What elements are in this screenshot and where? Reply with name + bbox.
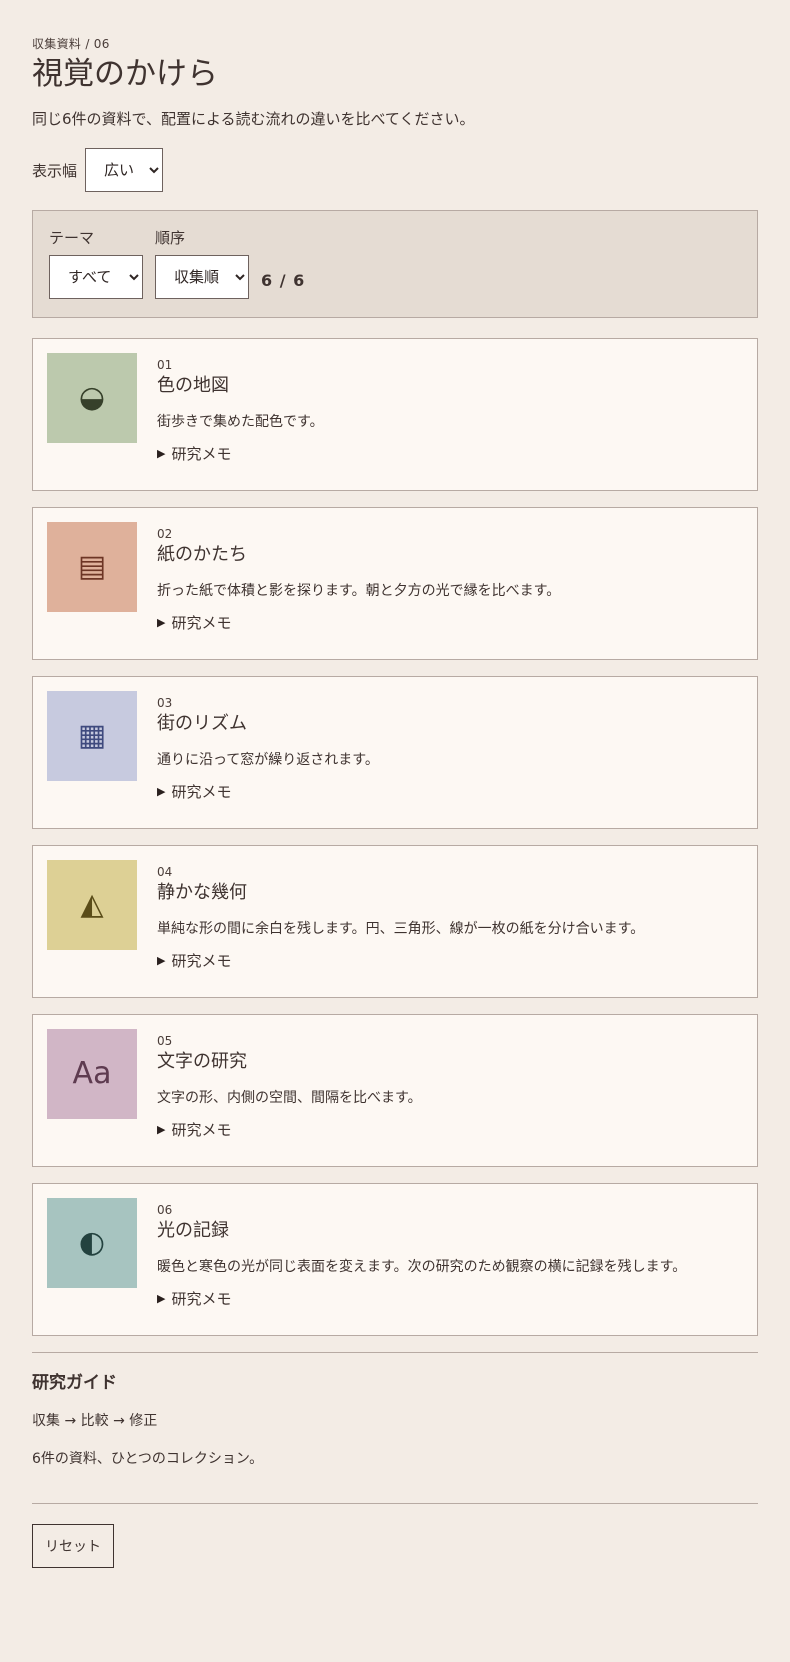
half-circle-icon: ◒ [78,380,106,415]
page: 収集資料 / 06 視覚のかけら 同じ6件の資料で、配置による読む流れの違いを比… [0,0,790,1662]
research-memo-toggle[interactable]: ▶ 研究メモ [157,444,324,464]
card-title: 文字の研究 [157,1051,247,1072]
theme-filter-label: テーマ [49,229,95,247]
guide-summary: 6件の資料、ひとつのコレクション。 [32,1451,264,1467]
card-number: 04 [157,865,173,879]
card-number: 02 [157,527,173,541]
reset-area: リセット [32,1504,758,1568]
card-body: 03 街のリズム通りに沿って窓が繰り返されます。 ▶ 研究メモ [157,691,379,828]
display-width-label: 表示幅 [32,161,78,180]
card-body: 02 紙のかたち折った紙で体積と影を探ります。朝と夕方の光で縁を比べます。 ▶ 研究メ… [157,522,560,659]
card-number: 03 [157,696,173,710]
research-memo-label: 研究メモ [171,783,232,801]
collection-card: ◭ 04 静かな幾何単純な形の間に余白を残します。円、三角形、線が一枚の紙を分け合い… [32,845,758,998]
page-title: 視覚のかけら [32,56,218,92]
research-guide: 研究ガイド 収集 → 比較 → 修正 6件の資料、ひとつのコレクション。 [32,1353,758,1503]
order-filter-label: 順序 [155,229,186,247]
card-thumbnail: ◒ [47,353,137,443]
card-title: 静かな幾何 [157,882,247,903]
theme-select[interactable]: すべて [49,255,143,299]
card-description: 暖色と寒色の光が同じ表面を変えます。次の研究のため観察の横に記録を残します。 [157,1259,687,1275]
order-select[interactable]: 収集順 [155,255,249,299]
stacked-lines-icon: ▤ [77,549,107,584]
card-body: 05 文字の研究文字の形、内側の空間、間隔を比べます。 ▶ 研究メモ [157,1029,422,1166]
card-body: 01 色の地図街歩きで集めた配色です。 ▶ 研究メモ [157,353,324,490]
disclosure-triangle-icon: ▶ [157,1123,166,1136]
research-memo-label: 研究メモ [171,1290,232,1308]
research-memo-toggle[interactable]: ▶ 研究メモ [157,1120,422,1140]
card-number: 01 [157,358,173,372]
research-memo-toggle[interactable]: ▶ 研究メモ [157,951,644,971]
collection-card: ◐ 06 光の記録暖色と寒色の光が同じ表面を変えます。次の研究のため観察の横に記録を… [32,1183,758,1336]
research-memo-toggle[interactable]: ▶ 研究メモ [157,1289,686,1309]
research-memo-label: 研究メモ [171,952,232,970]
card-title: 紙のかたち [157,544,247,565]
card-body: 04 静かな幾何単純な形の間に余白を残します。円、三角形、線が一枚の紙を分け合いま… [157,860,644,997]
order-filter: 順序 収集順 [155,229,249,299]
card-description: 通りに沿って窓が繰り返されます。 [157,752,379,768]
card-body: 06 光の記録暖色と寒色の光が同じ表面を変えます。次の研究のため観察の横に記録を残… [157,1198,686,1335]
research-memo-label: 研究メモ [171,614,232,632]
collection-card: ▦ 03 街のリズム通りに沿って窓が繰り返されます。 ▶ 研究メモ [32,676,758,829]
half-moon-icon: ◐ [78,1225,106,1260]
card-number: 05 [157,1034,173,1048]
disclosure-triangle-icon: ▶ [157,447,166,460]
theme-filter: テーマ すべて [49,229,143,299]
page-intro: 同じ6件の資料で、配置による読む流れの違いを比べてください。 [32,110,475,128]
reset-button[interactable]: リセット [32,1524,114,1568]
card-number: 06 [157,1203,173,1217]
disclosure-triangle-icon: ▶ [157,616,166,629]
research-memo-toggle[interactable]: ▶ 研究メモ [157,782,379,802]
disclosure-triangle-icon: ▶ [157,785,166,798]
research-memo-label: 研究メモ [171,1121,232,1139]
collection-eyebrow: 収集資料 / 06 [32,37,110,51]
card-list: ◒ 01 色の地図街歩きで集めた配色です。 ▶ 研究メモ ▤ 02 紙のかたち折った紙で体積と… [32,338,758,1336]
collection-card: ▤ 02 紙のかたち折った紙で体積と影を探ります。朝と夕方の光で縁を比べます。 ▶ 研究… [32,507,758,660]
research-memo-toggle[interactable]: ▶ 研究メモ [157,613,560,633]
card-title: 色の地図 [157,375,229,396]
display-width-select[interactable]: 広い [85,148,164,192]
guide-steps: 収集 → 比較 → 修正 [32,1413,158,1429]
collection-card: Aa 05 文字の研究文字の形、内側の空間、間隔を比べます。 ▶ 研究メモ [32,1014,758,1167]
filter-panel: テーマ すべて 順序 収集順 6 / 6 [32,210,758,318]
guide-title: 研究ガイド [32,1373,117,1393]
card-description: 文字の形、内側の空間、間隔を比べます。 [157,1090,422,1106]
research-memo-label: 研究メモ [171,445,232,463]
card-description: 街歩きで集めた配色です。 [157,414,324,430]
card-description: 折った紙で体積と影を探ります。朝と夕方の光で縁を比べます。 [157,583,561,599]
card-thumbnail: ▤ [47,522,137,612]
disclosure-triangle-icon: ▶ [157,954,166,967]
typography-icon: Aa [72,1056,112,1091]
card-title: 街のリズム [157,713,247,734]
disclosure-triangle-icon: ▶ [157,1292,166,1305]
collection-card: ◒ 01 色の地図街歩きで集めた配色です。 ▶ 研究メモ [32,338,758,491]
card-title: 光の記録 [157,1220,229,1241]
card-description: 単純な形の間に余白を残します。円、三角形、線が一枚の紙を分け合います。 [157,921,645,937]
card-thumbnail: ◐ [47,1198,137,1288]
card-thumbnail: Aa [47,1029,137,1119]
triangle-icon: ◭ [80,887,104,922]
card-thumbnail: ▦ [47,691,137,781]
result-count: 6 / 6 [261,271,306,290]
card-thumbnail: ◭ [47,860,137,950]
display-width-row: 表示幅 広い [32,148,758,192]
grid-icon: ▦ [77,718,107,753]
